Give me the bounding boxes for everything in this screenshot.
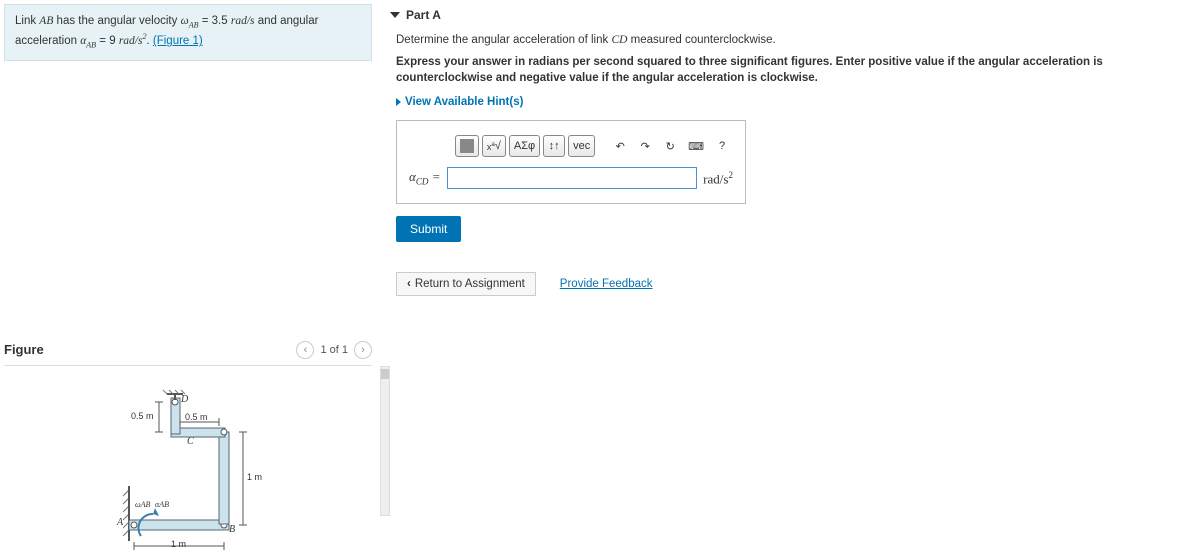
problem-statement: Link AB has the angular velocity ωAB = 3… (4, 4, 372, 61)
templates-button[interactable] (455, 135, 479, 157)
ps-mid1: has the angular velocity (53, 15, 180, 27)
label-aab: αAB (155, 500, 169, 509)
collapse-icon (390, 12, 400, 18)
label-b: B (229, 524, 235, 535)
part-a-header[interactable]: Part A (390, 4, 1190, 34)
answer-box: xa√ ΑΣφ ↕↑ vec ↶ ↷ ↻ ⌨ ? αCD = rad/s2 (396, 120, 746, 204)
figure-panel: Figure ‹ 1 of 1 › (4, 341, 372, 551)
label-wab: ωAB (135, 500, 150, 509)
dim-05m-b: 0.5 m (185, 412, 208, 422)
keyboard-button[interactable]: ⌨ (684, 135, 708, 157)
ps-var-ab: AB (39, 15, 53, 27)
sqrt-button[interactable]: xa√ (482, 135, 506, 157)
ps-unit2: rad/s2 (119, 35, 147, 47)
figure-next-button[interactable]: › (354, 341, 372, 359)
provide-feedback-link[interactable]: Provide Feedback (560, 278, 653, 290)
answer-variable-label: αCD = (409, 169, 441, 187)
label-a: A (117, 517, 123, 528)
ps-eq2: = 9 (96, 35, 119, 47)
greek-button[interactable]: ΑΣφ (509, 135, 540, 157)
help-button[interactable]: ? (711, 135, 733, 157)
submit-button[interactable]: Submit (396, 216, 461, 242)
chevron-right-icon (396, 98, 401, 106)
figure-nav-text: 1 of 1 (320, 344, 348, 356)
figure-prev-button[interactable]: ‹ (296, 341, 314, 359)
figure-1-link[interactable]: (Figure 1) (153, 35, 203, 47)
chevron-left-icon: ‹ (407, 278, 411, 290)
figure-title: Figure (4, 342, 44, 357)
view-hints-link[interactable]: View Available Hint(s) (396, 96, 1190, 108)
ps-eq1: = 3.5 (199, 15, 231, 27)
dim-05m-a: 0.5 m (131, 411, 154, 421)
dim-1m-b: 1 m (171, 539, 186, 549)
square-icon (460, 139, 474, 153)
answer-input[interactable] (447, 167, 698, 189)
undo-button[interactable]: ↶ (609, 135, 631, 157)
label-c: C (187, 436, 194, 447)
ps-pre: Link (15, 15, 39, 27)
arrows-button[interactable]: ↕↑ (543, 135, 565, 157)
instruction-2: Express your answer in radians per secon… (396, 54, 1190, 86)
label-d: D (181, 394, 188, 405)
part-a-title: Part A (406, 8, 441, 22)
ps-alpha: αAB (80, 35, 96, 47)
equation-toolbar: xa√ ΑΣφ ↕↑ vec ↶ ↷ ↻ ⌨ ? (409, 135, 733, 157)
instruction-1: Determine the angular acceleration of li… (396, 34, 1190, 46)
figure-scrollbar[interactable] (380, 366, 390, 516)
redo-button[interactable]: ↷ (634, 135, 656, 157)
reset-button[interactable]: ↻ (659, 135, 681, 157)
ps-omega: ωAB (181, 15, 199, 27)
answer-unit-label: rad/s2 (703, 170, 733, 187)
ps-unit1: rad/s (231, 15, 255, 27)
vec-button[interactable]: vec (568, 135, 595, 157)
return-to-assignment-button[interactable]: ‹ Return to Assignment (396, 272, 536, 296)
dim-1m-a: 1 m (247, 472, 262, 482)
figure-diagram: A B C D 0.5 m 0.5 m 1 m 1 m ωAB αAB (123, 386, 313, 551)
